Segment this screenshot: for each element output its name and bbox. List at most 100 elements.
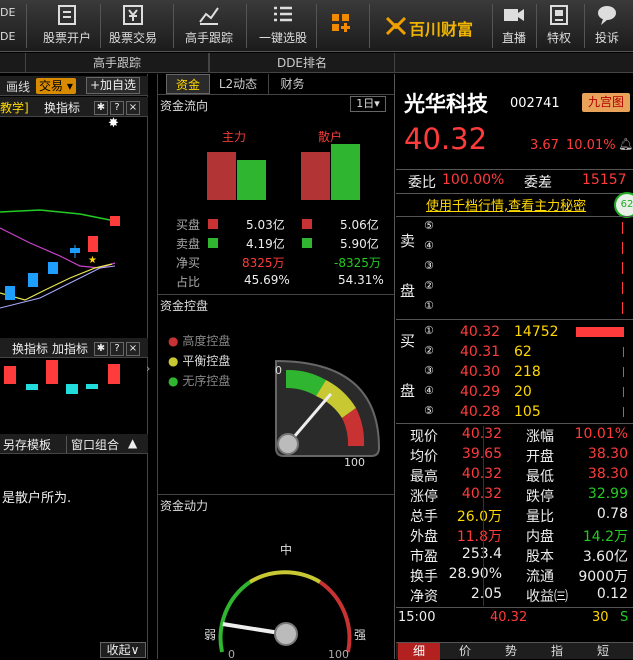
complaint-icon bbox=[598, 6, 616, 25]
ma-line-green bbox=[0, 209, 121, 223]
buy-level-volume: 62 bbox=[514, 344, 532, 360]
complaint-button[interactable]: 投诉 bbox=[588, 4, 626, 48]
candle bbox=[110, 216, 120, 226]
fund-control-title: 资金控盘 bbox=[160, 299, 209, 313]
trade-dropdown[interactable]: 交易 ▾ bbox=[36, 78, 76, 94]
stat-value: 39.65 bbox=[461, 446, 502, 462]
open-account-button[interactable]: 股票开户 bbox=[38, 4, 96, 48]
window-combo-button[interactable]: 窗口组合 bbox=[66, 436, 119, 453]
draw-line-button[interactable]: 画线 bbox=[6, 78, 30, 95]
note-text: 是散户所为. bbox=[2, 491, 72, 506]
tick-side: S bbox=[620, 610, 629, 625]
add-watchlist-button[interactable]: +加自选 bbox=[86, 77, 141, 94]
buy-level-price: 40.30 bbox=[460, 364, 501, 380]
fund-flow-title: 资金流向 bbox=[160, 99, 209, 113]
privilege-button[interactable]: 特权 bbox=[540, 4, 578, 48]
doc-icon bbox=[58, 5, 76, 25]
tab-detail[interactable]: 细 bbox=[398, 643, 440, 660]
stock-name: 光华科技 bbox=[404, 92, 488, 116]
stat-label: 收益㈢ bbox=[526, 589, 568, 605]
retail-sell-bar bbox=[331, 144, 360, 200]
gauge2-min: 0 bbox=[228, 648, 235, 658]
save-template-button[interactable]: 另存模板 bbox=[3, 436, 51, 453]
stat-value: 40.32 bbox=[461, 426, 502, 442]
legend-dot-yellow: ● bbox=[168, 354, 179, 368]
left-chart-panel: 画线 交易 ▾ +加自选 教学] 换指标 ✱? × ✸ ★ 换指标 加指标 ✱? × bbox=[0, 74, 150, 659]
stat-label: 股本 bbox=[526, 549, 554, 565]
sell-level-index: ② bbox=[424, 279, 434, 292]
stat-label: 市盈 bbox=[410, 549, 438, 565]
period-select[interactable]: 1日▾ bbox=[350, 96, 386, 112]
live-label: 直播 bbox=[501, 31, 526, 45]
tab-dde-rank[interactable]: DDE排名 bbox=[209, 53, 395, 73]
legend-dot-red: ● bbox=[168, 334, 179, 348]
chart-tools: ✱? × bbox=[92, 99, 140, 115]
power-gauge: 中 弱 强 0 100 bbox=[204, 542, 366, 658]
buy-main-value: 5.03亿 bbox=[246, 218, 285, 232]
close-button[interactable]: × bbox=[126, 101, 140, 115]
stat-label: 涨幅 bbox=[526, 429, 554, 445]
brand-name: 百川财富 bbox=[409, 20, 474, 39]
ratio-retail-value: 54.31% bbox=[338, 273, 384, 287]
buy-swatch-2 bbox=[302, 219, 312, 229]
more-apps-button[interactable] bbox=[322, 4, 360, 48]
module-tabs: 高手跟踪 DDE排名 bbox=[0, 53, 633, 73]
bell-icon[interactable]: 🔔︎ bbox=[618, 137, 633, 151]
collapse-up-icon[interactable]: ▲ bbox=[128, 436, 137, 450]
buy-level-price: 40.28 bbox=[460, 404, 501, 420]
candle bbox=[88, 236, 98, 252]
grid-plus-icon bbox=[332, 14, 350, 32]
chevron-right-icon[interactable]: › bbox=[146, 362, 150, 375]
level2-promo-link[interactable]: 使用千档行情,查看主力秘密 bbox=[426, 195, 586, 214]
tab-finance[interactable]: 财务 bbox=[268, 74, 316, 94]
one-click-pick-button[interactable]: 一键选股 bbox=[254, 4, 312, 48]
teach-link[interactable]: 教学] bbox=[0, 99, 29, 116]
tab-l2-dynamic[interactable]: L2动态 bbox=[214, 74, 262, 94]
floating-badge[interactable]: 62 bbox=[614, 192, 633, 218]
tab-short[interactable]: 短 bbox=[582, 643, 624, 660]
tick-price: 40.32 bbox=[490, 610, 528, 625]
price-change: 3.67 bbox=[530, 138, 559, 153]
sell-swatch bbox=[208, 238, 218, 248]
gear-icon[interactable]: ✱ bbox=[94, 101, 108, 115]
buy-level-index: ② bbox=[424, 344, 434, 357]
help-button[interactable]: ? bbox=[110, 342, 124, 356]
collapse-button[interactable]: 收起∨ bbox=[100, 642, 146, 658]
expert-track-label: 高手跟踪 bbox=[184, 31, 233, 45]
stat-value: 32.99 bbox=[587, 486, 628, 502]
expert-track-button[interactable]: 高手跟踪 bbox=[180, 4, 238, 48]
stock-trade-button[interactable]: 股票交易 bbox=[104, 4, 162, 48]
tab-price[interactable]: 价 bbox=[444, 643, 486, 660]
chart-sub-toolbar: 教学] 换指标 ✱? × bbox=[0, 97, 148, 117]
candle bbox=[5, 286, 15, 300]
stat-label: 换手 bbox=[410, 569, 438, 585]
buy-retail-value: 5.06亿 bbox=[340, 218, 379, 232]
stat-row: 换手 28.90% 流通 9000万 bbox=[396, 566, 633, 586]
star-mark-icon: ★ bbox=[88, 255, 97, 266]
tab-expert-track[interactable]: 高手跟踪 bbox=[26, 53, 209, 73]
gear-icon[interactable]: ✱ bbox=[94, 342, 108, 356]
tab-trend[interactable]: 势 bbox=[490, 643, 532, 660]
live-button[interactable]: 直播 bbox=[496, 4, 532, 48]
module-tab-cut[interactable] bbox=[0, 53, 26, 73]
buy-level-price: 40.29 bbox=[460, 384, 501, 400]
close-button[interactable]: × bbox=[126, 342, 140, 356]
stat-value: 40.32 bbox=[461, 466, 502, 482]
tab-index[interactable]: 指 bbox=[536, 643, 578, 660]
sell-row: 卖盘 4.19亿 5.90亿 bbox=[176, 235, 386, 252]
help-button[interactable]: ? bbox=[110, 101, 124, 115]
sell-level-bar bbox=[622, 302, 623, 314]
stat-label: 最高 bbox=[410, 469, 438, 485]
top-toolbar: DE DE 股票开户 股票交易 高手跟踪 一键选股 百川财富 直播 特权 投诉 bbox=[0, 0, 633, 52]
switch-indicator-button[interactable]: 换指标 bbox=[44, 99, 80, 116]
switch-indicator-button-2[interactable]: 换指标 bbox=[12, 340, 48, 357]
ratio-label: 占比 bbox=[176, 275, 201, 289]
stat-value: 0.78 bbox=[596, 506, 628, 522]
add-indicator-button[interactable]: 加指标 bbox=[52, 340, 88, 357]
stat-value: 26.0万 bbox=[456, 509, 502, 525]
nine-grid-button[interactable]: 九宫图 bbox=[582, 93, 630, 112]
buy-row: 买盘 5.03亿 5.06亿 bbox=[176, 216, 386, 233]
tab-fund[interactable]: 资金 bbox=[166, 74, 210, 94]
sell-level-index: ⑤ bbox=[424, 219, 434, 232]
net-buy-label: 净买 bbox=[176, 256, 201, 270]
